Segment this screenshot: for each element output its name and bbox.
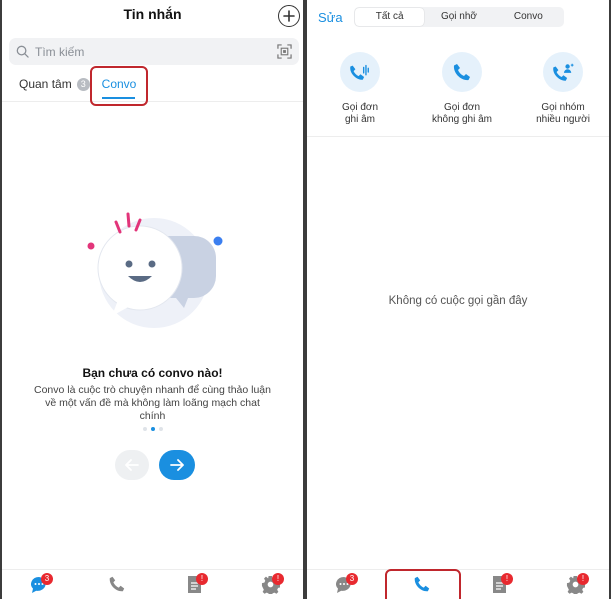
call-filter-segment: Tất cả Gọi nhỡ Convo (354, 7, 564, 27)
settings-badge: ! (272, 573, 284, 585)
qr-scan-icon[interactable] (277, 44, 292, 59)
empty-state-description: Convo là cuộc trò chuyện nhanh để cùng t… (33, 384, 271, 422)
page-title: Tin nhắn (123, 6, 182, 22)
timeline-badge: ! (501, 573, 513, 585)
arrow-left-icon (125, 459, 139, 471)
search-icon (16, 45, 29, 58)
new-chat-button[interactable] (278, 5, 300, 27)
carousel-dot-active (150, 427, 155, 431)
phone-icon (109, 576, 125, 592)
no-recent-calls-text: Không có cuộc gọi gần đây (388, 295, 528, 307)
nav-settings[interactable]: ! (563, 573, 589, 599)
group-call-icon (553, 63, 574, 81)
empty-state-title: Bạn chưa có convo nào! (82, 366, 223, 380)
divider (307, 136, 609, 137)
search-bar[interactable]: Tìm kiếm (9, 38, 299, 65)
search-input[interactable]: Tìm kiếm (35, 45, 277, 59)
carousel-next-button[interactable] (159, 450, 195, 480)
carousel-dot (158, 427, 163, 431)
nav-settings[interactable]: ! (258, 573, 284, 599)
recorded-single-call-button[interactable]: Gọi đơn ghi âm (320, 52, 400, 126)
tab-focus-count: 3 (76, 77, 90, 91)
segment-convo[interactable]: Convo (494, 8, 563, 26)
carousel-prev-button[interactable] (115, 450, 149, 480)
calls-tab-highlight (385, 569, 461, 599)
call-option-label: Gọi đơn ghi âm (341, 102, 379, 125)
single-call-button[interactable]: Gọi đơn không ghi âm (422, 52, 502, 126)
call-option-circle (543, 52, 583, 92)
bottom-nav: 3 ! ! (2, 569, 303, 599)
screenshot-frame: Tin nhắn Tìm kiếm Quan tâm 3 Convo Bạn c… (0, 0, 611, 599)
nav-messages[interactable]: 3 (27, 573, 53, 599)
call-option-label: Gọi nhóm nhiều người (536, 102, 590, 125)
group-call-button[interactable]: Gọi nhóm nhiều người (523, 52, 603, 126)
calls-screen: Sửa Tất cả Gọi nhỡ Convo Gọi đơn ghi âm G… (307, 0, 609, 599)
phone-record-icon (350, 64, 369, 80)
arrow-right-icon (170, 459, 184, 471)
edit-button[interactable]: Sửa (318, 10, 343, 25)
plus-icon (283, 10, 295, 22)
tab-focus[interactable]: Quan tâm 3 (19, 77, 90, 91)
call-option-circle (442, 52, 482, 92)
tab-convo[interactable]: Convo (90, 66, 148, 106)
messages-badge: 3 (346, 573, 358, 585)
nav-timeline[interactable]: ! (487, 573, 513, 599)
carousel-indicator (2, 427, 303, 431)
call-option-circle (340, 52, 380, 92)
carousel-dot (142, 427, 147, 431)
active-tab-indicator (102, 97, 135, 99)
messages-screen: Tin nhắn Tìm kiếm Quan tâm 3 Convo Bạn c… (2, 0, 303, 599)
call-option-label: Gọi đơn không ghi âm (431, 102, 493, 125)
segment-all[interactable]: Tất cả (355, 8, 425, 26)
segment-missed[interactable]: Gọi nhỡ (424, 8, 493, 26)
phone-icon (453, 64, 470, 81)
messages-badge: 3 (41, 573, 53, 585)
nav-calls[interactable] (105, 575, 129, 599)
settings-badge: ! (577, 573, 589, 585)
nav-timeline[interactable]: ! (182, 573, 208, 599)
tab-focus-label: Quan tâm (19, 77, 72, 91)
tab-convo-label: Convo (101, 77, 137, 91)
empty-convo-illustration (87, 212, 223, 328)
message-tabs: Quan tâm 3 Convo (2, 66, 303, 106)
nav-messages[interactable]: 3 (332, 573, 358, 599)
timeline-badge: ! (196, 573, 208, 585)
